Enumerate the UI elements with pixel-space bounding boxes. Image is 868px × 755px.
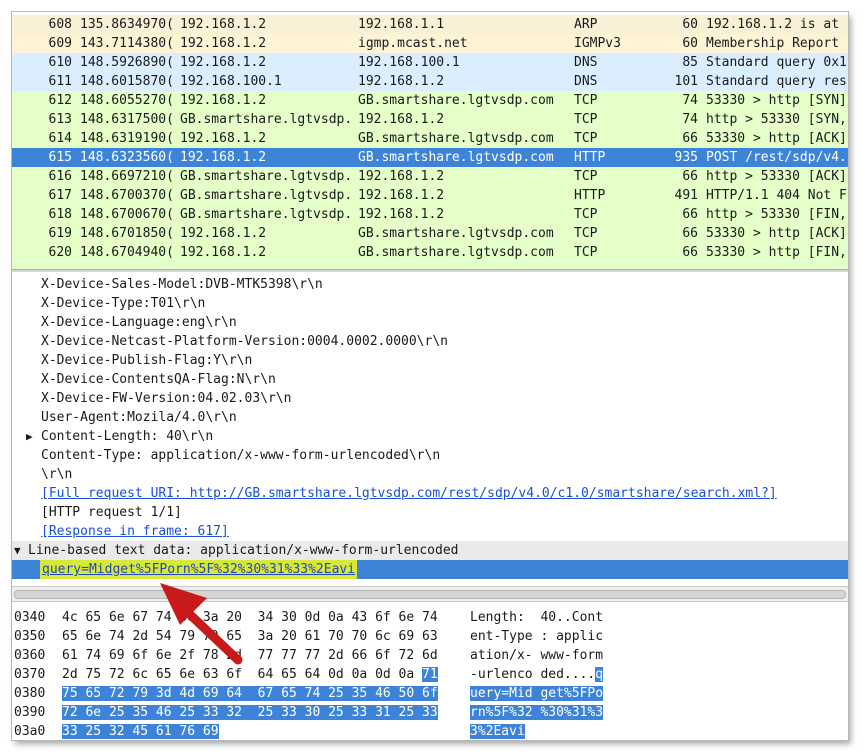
red-arrow-annotation-icon [160,583,243,665]
